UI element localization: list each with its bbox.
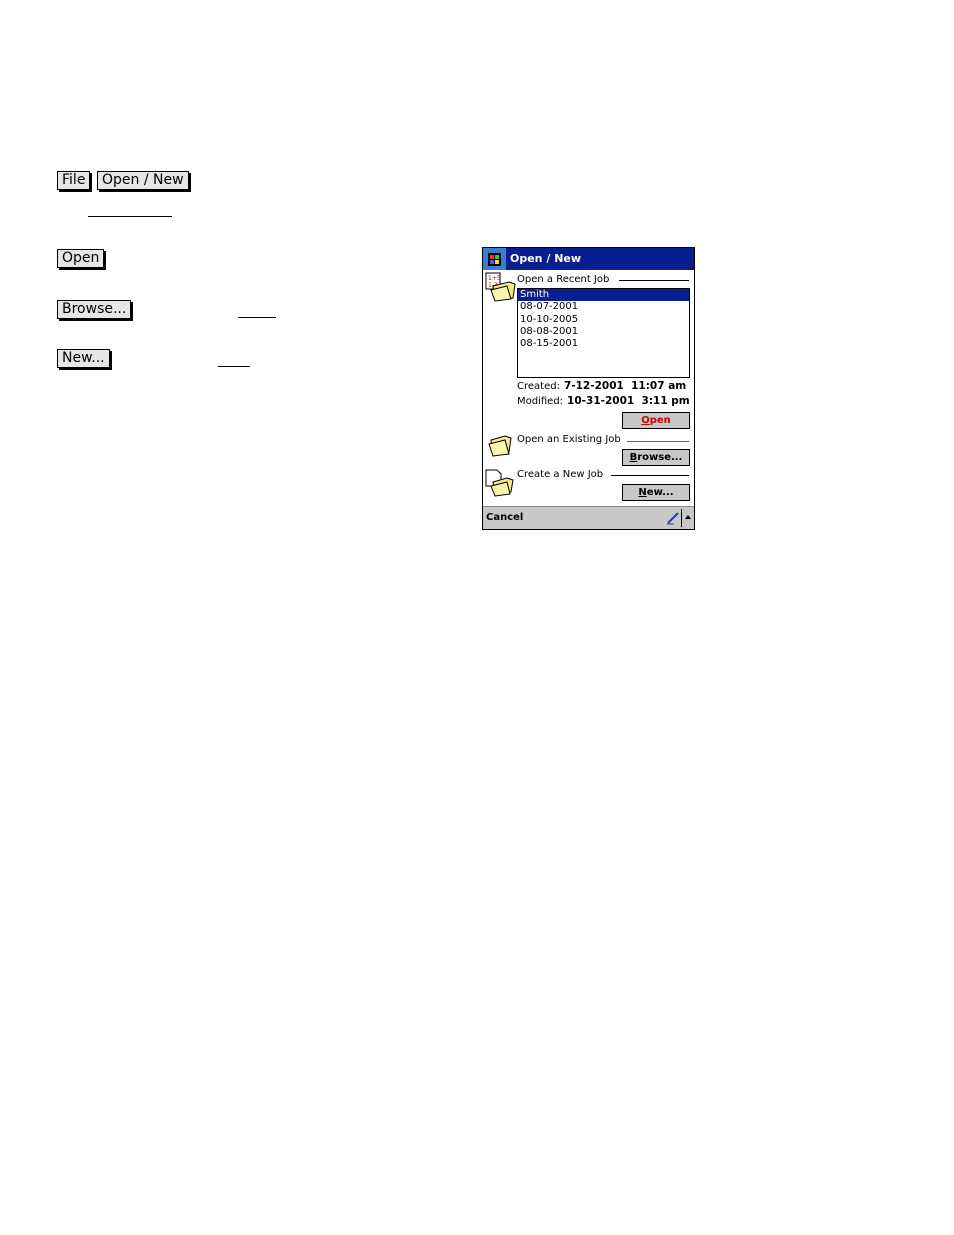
svg-text:1+5: 1+5 — [488, 275, 501, 282]
recent-job-label: Open a Recent Job — [517, 274, 614, 285]
new-button-doc[interactable]: New... — [57, 349, 110, 368]
list-item[interactable]: 08-15-2001 — [518, 338, 689, 350]
new-job-folder-icon — [485, 469, 514, 497]
list-item[interactable]: 08-08-2001 — [518, 326, 689, 338]
divider — [619, 280, 689, 281]
browse-button-doc[interactable]: Browse... — [57, 300, 132, 319]
input-panel-arrow-icon[interactable] — [684, 514, 692, 520]
underline-blank — [218, 366, 250, 367]
recent-jobs-list[interactable]: Smith 08-07-2001 10-10-2005 08-08-2001 0… — [517, 288, 690, 378]
divider — [627, 441, 689, 442]
divider — [681, 509, 682, 527]
created-value: 7-12-2001 11:07 am — [563, 380, 687, 392]
recent-job-folder-icon: 1+5 1-3 — [485, 272, 516, 302]
open-new-button[interactable]: Open / New — [97, 171, 189, 190]
created-row: Created: 7-12-2001 11:07 am — [517, 380, 686, 392]
open-button[interactable]: Open — [622, 412, 690, 429]
list-item[interactable]: Smith — [518, 289, 689, 302]
open-button-doc[interactable]: Open — [57, 249, 105, 268]
title-bar: Open / New — [483, 248, 694, 270]
underline-blank — [238, 317, 276, 318]
new-job-label: Create a New Job — [517, 469, 608, 480]
modified-label: Modified: — [517, 396, 564, 407]
pda-open-new-window: Open / New 1+5 1-3 Open a Recent Job Smi… — [482, 247, 695, 530]
file-button[interactable]: File — [57, 171, 91, 190]
pen-input-icon[interactable] — [666, 510, 680, 525]
modified-value: 10-31-2001 3:11 pm — [567, 395, 690, 407]
window-title: Open / New — [510, 252, 582, 265]
divider — [611, 475, 689, 476]
new-button[interactable]: New... — [622, 484, 690, 501]
list-item[interactable]: 10-10-2005 — [518, 314, 689, 326]
menu-bar: Cancel — [483, 506, 694, 529]
browse-button[interactable]: Browse... — [622, 449, 690, 466]
underline-blank — [88, 216, 172, 217]
list-item[interactable]: 08-07-2001 — [518, 301, 689, 313]
cancel-button[interactable]: Cancel — [486, 512, 523, 523]
created-label: Created: — [517, 381, 560, 392]
modified-row: Modified: 10-31-2001 3:11 pm — [517, 395, 690, 407]
existing-job-label: Open an Existing Job — [517, 434, 625, 445]
windows-start-icon[interactable] — [483, 248, 506, 270]
existing-job-folder-icon — [488, 435, 512, 457]
